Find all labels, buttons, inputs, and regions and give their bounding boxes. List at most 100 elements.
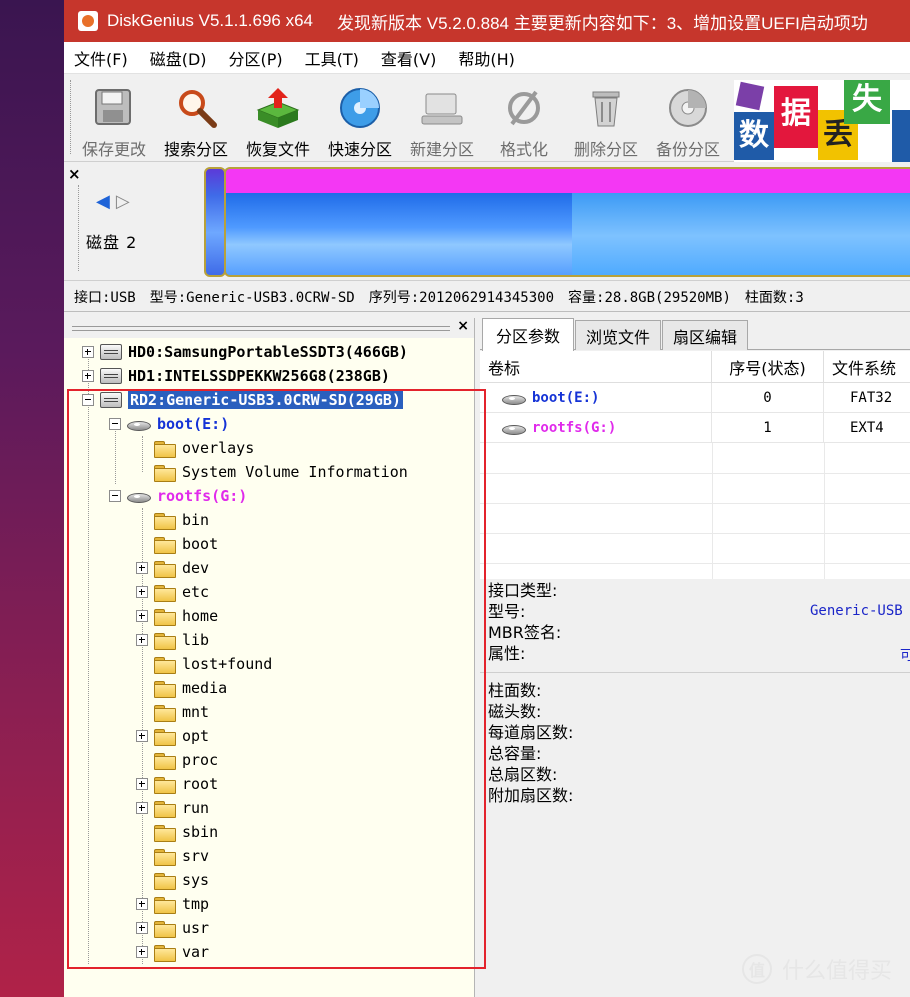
recover-files-button[interactable]: 恢复文件 bbox=[238, 82, 318, 160]
backup-partition-button[interactable]: 备份分区 bbox=[648, 82, 728, 160]
disk-model: 型号:Generic-USB3.0CRW-SD bbox=[149, 289, 355, 306]
table-cell-index[interactable]: 0 bbox=[712, 383, 824, 413]
tree-disk-hd0[interactable]: HD0:SamsungPortableSSDT3(466GB) bbox=[82, 340, 408, 364]
expand-icon[interactable] bbox=[82, 370, 94, 382]
empty-row-line bbox=[480, 563, 910, 564]
ad-char-1: 数 bbox=[734, 112, 774, 160]
magnifier-icon bbox=[174, 86, 218, 130]
column-divider bbox=[712, 443, 713, 579]
panel-grip bbox=[78, 185, 81, 271]
column-header-index[interactable]: 序号(状态) bbox=[712, 351, 824, 383]
menu-help[interactable]: 帮助(H) bbox=[458, 46, 515, 70]
save-changes-label: 保存更改 bbox=[81, 140, 146, 159]
disk-cylinders: 柱面数:3 bbox=[744, 289, 804, 306]
empty-row-line bbox=[480, 473, 910, 474]
property-total-capacity: 总容量: bbox=[488, 744, 542, 763]
partition-details-pane: 分区参数 浏览文件 扇区编辑 卷标 序号(状态) 文件系统 boot(E:) 0… bbox=[480, 318, 910, 997]
quick-partition-button[interactable]: 快速分区 bbox=[320, 82, 400, 160]
format-button[interactable]: 格式化 bbox=[484, 82, 564, 160]
close-tree-pane-icon[interactable]: × bbox=[457, 318, 469, 334]
delete-partition-button[interactable]: 删除分区 bbox=[566, 82, 646, 160]
boot-partition-block[interactable] bbox=[204, 167, 226, 277]
data-recovery-ad-banner[interactable]: 数 据 丢 失 bbox=[734, 80, 910, 162]
ad-decoration-2 bbox=[892, 110, 910, 162]
next-disk-arrow-icon[interactable]: ▷ bbox=[116, 191, 130, 212]
save-icon bbox=[92, 86, 136, 130]
property-model: 型号: bbox=[488, 602, 526, 621]
close-panel-icon[interactable]: × bbox=[68, 165, 81, 183]
ad-decoration bbox=[735, 81, 765, 111]
table-row-rootfs-label[interactable]: rootfs(G:) bbox=[480, 413, 712, 443]
title-bar: DiskGenius V5.1.1.696 x64 发现新版本 V5.2.0.8… bbox=[64, 0, 910, 42]
ad-char-2: 据 bbox=[774, 86, 818, 148]
disk-properties: 接口类型: 型号: MBR签名: 属性: Generic-USB 可 柱面数: … bbox=[480, 580, 910, 997]
watermark-text: 什么值得买 bbox=[782, 959, 893, 984]
format-label: 格式化 bbox=[499, 140, 548, 159]
new-partition-icon bbox=[420, 86, 464, 130]
table-cell-filesystem[interactable]: FAT32 bbox=[824, 383, 910, 413]
format-icon bbox=[502, 86, 546, 130]
tree-disk-label: HD0:SamsungPortableSSDT3(466GB) bbox=[128, 343, 408, 361]
delete-partition-icon bbox=[584, 86, 628, 130]
menu-disk[interactable]: 磁盘(D) bbox=[150, 46, 207, 70]
table-row-boot-label[interactable]: boot(E:) bbox=[480, 383, 712, 413]
property-model-value: Generic-USB bbox=[810, 603, 903, 619]
watermark: 值 什么值得买 bbox=[742, 953, 892, 985]
highlight-annotation-box bbox=[67, 389, 486, 969]
column-divider bbox=[824, 443, 825, 579]
tab-sector-edit[interactable]: 扇区编辑 bbox=[662, 320, 748, 350]
new-partition-button[interactable]: 新建分区 bbox=[402, 82, 482, 160]
tree-pane-header: × bbox=[64, 318, 474, 338]
partition-table: 卷标 序号(状态) 文件系统 boot(E:) 0 FAT32 rootfs(G… bbox=[480, 351, 910, 579]
hard-disk-icon bbox=[100, 344, 122, 360]
previous-disk-arrow-icon[interactable]: ◀ bbox=[96, 191, 110, 212]
tree-disk-label: HD1:INTELSSDPEKKW256G8(238GB) bbox=[128, 367, 390, 385]
backup-partition-icon bbox=[666, 86, 710, 130]
menu-view[interactable]: 查看(V) bbox=[381, 46, 436, 70]
tab-strip: 分区参数 浏览文件 扇区编辑 bbox=[480, 318, 910, 351]
empty-row-line bbox=[480, 533, 910, 534]
recover-files-icon bbox=[256, 86, 300, 130]
rootfs-partition-block[interactable] bbox=[224, 167, 910, 277]
column-header-label[interactable]: 卷标 bbox=[480, 351, 712, 383]
tab-browse-files[interactable]: 浏览文件 bbox=[575, 320, 661, 350]
toolbar-grip[interactable] bbox=[70, 80, 73, 154]
watermark-badge: 值 bbox=[742, 954, 772, 984]
property-heads: 磁头数: bbox=[488, 702, 542, 721]
column-header-filesystem[interactable]: 文件系统 bbox=[824, 351, 910, 383]
hard-disk-icon bbox=[100, 368, 122, 384]
update-notice[interactable]: 发现新版本 V5.2.0.884 主要更新内容如下：3、增加设置UEFI启动项功 bbox=[337, 9, 868, 34]
search-partition-button[interactable]: 搜索分区 bbox=[156, 82, 236, 160]
table-cell-filesystem[interactable]: EXT4 bbox=[824, 413, 910, 443]
backup-partition-label: 备份分区 bbox=[655, 140, 720, 159]
new-partition-label: 新建分区 bbox=[409, 140, 474, 159]
rootfs-partition-header bbox=[226, 169, 910, 193]
save-changes-button[interactable]: 保存更改 bbox=[74, 82, 154, 160]
toolbar: 保存更改 搜索分区 恢复文件 快速分区 新建分区 格式化 删除分区 备份分区 数… bbox=[64, 74, 910, 162]
table-cell-index[interactable]: 1 bbox=[712, 413, 824, 443]
property-extra-sectors: 附加扇区数: bbox=[488, 786, 574, 805]
property-attribute: 属性: bbox=[488, 644, 526, 663]
disk-capacity: 容量:28.8GB(29520MB) bbox=[568, 289, 731, 306]
expand-icon[interactable] bbox=[82, 346, 94, 358]
disk-label: 磁盘 2 bbox=[86, 233, 138, 252]
search-partition-label: 搜索分区 bbox=[163, 140, 228, 159]
property-attribute-value: 可 bbox=[900, 648, 910, 664]
delete-partition-label: 删除分区 bbox=[573, 140, 638, 159]
rootfs-free-space bbox=[572, 193, 910, 275]
tab-partition-params[interactable]: 分区参数 bbox=[482, 318, 574, 351]
empty-row-line bbox=[480, 503, 910, 504]
quick-partition-label: 快速分区 bbox=[327, 140, 392, 159]
partition-icon bbox=[502, 391, 526, 405]
ad-char-4: 失 bbox=[844, 80, 890, 124]
disk-nav-arrows: ◀ ▷ bbox=[96, 191, 130, 212]
property-interface-type: 接口类型: bbox=[488, 581, 558, 600]
diskgenius-logo-icon bbox=[78, 11, 98, 31]
property-mbr-signature: MBR签名: bbox=[488, 623, 562, 642]
tree-pane-grip[interactable] bbox=[72, 326, 450, 331]
menu-file[interactable]: 文件(F) bbox=[74, 46, 128, 70]
tree-disk-hd1[interactable]: HD1:INTELSSDPEKKW256G8(238GB) bbox=[82, 364, 390, 388]
properties-separator bbox=[480, 672, 910, 673]
menu-tools[interactable]: 工具(T) bbox=[305, 46, 359, 70]
menu-partition[interactable]: 分区(P) bbox=[229, 46, 283, 70]
